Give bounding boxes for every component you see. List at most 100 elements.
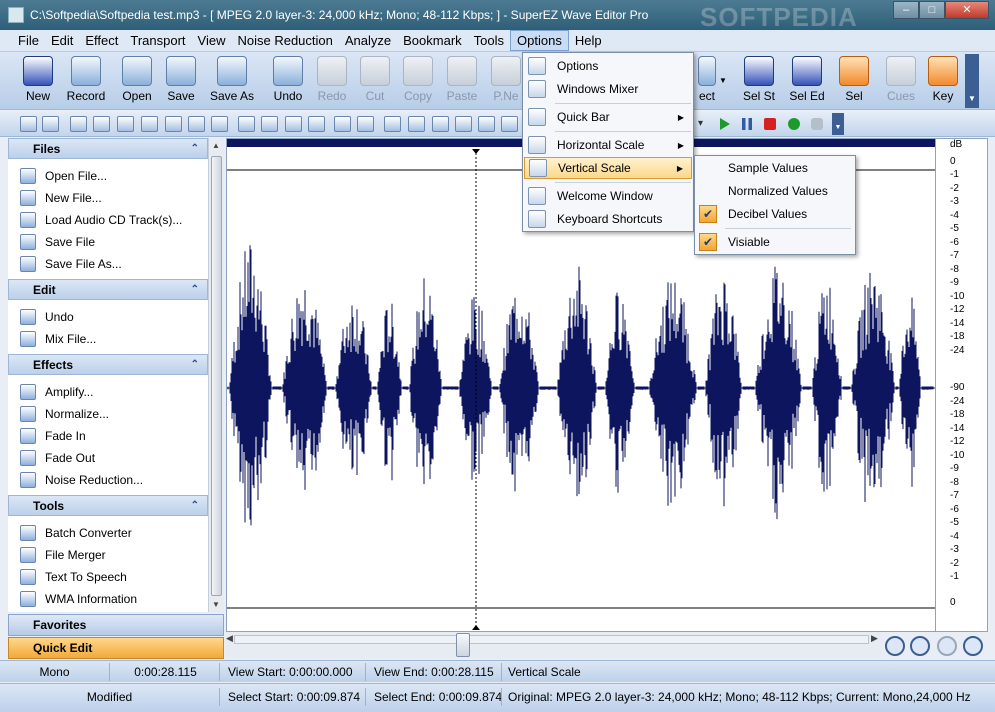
spectrum-icon[interactable] <box>408 116 425 132</box>
quick-edit-tab[interactable]: Quick Edit <box>8 637 224 659</box>
grid-icon[interactable] <box>501 116 518 132</box>
menu-analyze[interactable]: Analyze <box>339 31 397 50</box>
close-button[interactable]: ✕ <box>945 1 989 19</box>
menu-item-quick-bar[interactable]: Quick Bar ▶ <box>524 106 692 128</box>
effects-section-header[interactable]: Effects ⌃ <box>8 354 208 375</box>
menu-item-vertical-scale[interactable]: Vertical Scale ▶ <box>524 157 692 179</box>
menu-item-welcome-window[interactable]: Welcome Window <box>524 185 692 207</box>
task-wma-information[interactable]: WMA Information <box>20 588 208 610</box>
play-icon[interactable] <box>720 118 730 130</box>
key-button[interactable]: Key <box>919 54 967 108</box>
horizontal-scroll-track[interactable] <box>234 635 869 644</box>
save-button[interactable]: Save <box>157 54 205 108</box>
cut-button[interactable]: Cut <box>351 54 399 108</box>
collapse-chevron-icon[interactable]: ⌃ <box>191 500 199 511</box>
open-button[interactable]: Open <box>113 54 161 108</box>
zoom-out-icon[interactable] <box>910 636 930 656</box>
scroll-right-arrow-icon[interactable]: ▶ <box>871 633 878 644</box>
menu-view[interactable]: View <box>192 31 232 50</box>
menu-effect[interactable]: Effect <box>79 31 124 50</box>
stop-icon[interactable] <box>764 118 776 130</box>
menu-item-windows-mixer[interactable]: Windows Mixer <box>524 78 692 100</box>
redo-button[interactable]: Redo <box>308 54 356 108</box>
bars-icon[interactable] <box>93 116 110 132</box>
task-fade-in[interactable]: Fade In <box>20 425 208 447</box>
task-normalize[interactable]: Normalize... <box>20 403 208 425</box>
horizontal-scroll-handle[interactable] <box>456 633 470 657</box>
menu-help[interactable]: Help <box>569 31 608 50</box>
record-button[interactable]: Record <box>62 54 110 108</box>
task-file-merger[interactable]: File Merger <box>20 544 208 566</box>
task-undo[interactable]: Undo <box>20 306 208 328</box>
collapse-chevron-icon[interactable]: ⌃ <box>191 359 199 370</box>
play-loop-icon[interactable] <box>788 118 800 130</box>
task-mix-file[interactable]: Mix File... <box>20 328 208 350</box>
wave-blue-icon[interactable] <box>117 116 134 132</box>
level-icon[interactable] <box>357 116 374 132</box>
toolbar-overflow-button[interactable]: ▼ <box>965 54 979 108</box>
select-start-button[interactable]: Sel St <box>735 54 783 108</box>
people-icon[interactable] <box>238 116 255 132</box>
toolbar2-overflow-button[interactable]: ▼ <box>832 113 844 135</box>
graph-icon[interactable] <box>70 116 87 132</box>
save-as-button[interactable]: Save As <box>206 54 258 108</box>
edit-section-header[interactable]: Edit ⌃ <box>8 279 208 300</box>
zoom-full-icon[interactable] <box>963 636 983 656</box>
zoom-in-icon[interactable] <box>885 636 905 656</box>
collapse-chevron-icon[interactable]: ⌃ <box>191 284 199 295</box>
scroll-down-arrow-icon[interactable]: ▼ <box>212 600 220 609</box>
menu-noise-reduction[interactable]: Noise Reduction <box>231 31 338 50</box>
mountain-icon[interactable] <box>455 116 472 132</box>
task-save-file[interactable]: Save File <box>20 231 208 253</box>
pause-icon[interactable] <box>742 118 752 130</box>
meter-icon[interactable] <box>211 116 228 132</box>
tools-section-header[interactable]: Tools ⌃ <box>8 495 208 516</box>
favorites-tab[interactable]: Favorites <box>8 614 224 636</box>
menu-item-options[interactable]: Options <box>524 55 692 77</box>
effect-dropdown-arrow[interactable]: ▼ <box>719 76 727 85</box>
sliders-icon[interactable] <box>188 116 205 132</box>
peaks-icon[interactable] <box>432 116 449 132</box>
task-batch-converter[interactable]: Batch Converter <box>20 522 208 544</box>
maximize-button[interactable]: □ <box>919 1 945 19</box>
task-fade-out[interactable]: Fade Out <box>20 447 208 469</box>
paste-button[interactable]: Paste <box>438 54 486 108</box>
submenu-item-decibel-values[interactable]: ✔ Decibel Values <box>696 203 854 225</box>
copy-button[interactable]: Copy <box>394 54 442 108</box>
collapse-chevron-icon[interactable]: ⌃ <box>191 143 199 154</box>
task-noise-reduction[interactable]: Noise Reduction... <box>20 469 208 491</box>
menu-transport[interactable]: Transport <box>124 31 191 50</box>
task-text-to-speech[interactable]: Text To Speech <box>20 566 208 588</box>
task-open-file[interactable]: Open File... <box>20 165 208 187</box>
tools-icon[interactable] <box>261 116 278 132</box>
toolbar2-chevron-icon[interactable]: ▾ <box>698 118 710 130</box>
new-button[interactable]: New <box>14 54 62 108</box>
wave-red-icon[interactable] <box>141 116 158 132</box>
menu-bookmark[interactable]: Bookmark <box>397 31 468 50</box>
undo-button[interactable]: Undo <box>264 54 312 108</box>
menu-tools[interactable]: Tools <box>468 31 510 50</box>
submenu-item-sample-values[interactable]: Sample Values <box>696 157 854 179</box>
repeat-icon[interactable] <box>811 118 823 130</box>
speaker-icon[interactable] <box>42 116 59 132</box>
task-new-file[interactable]: New File... <box>20 187 208 209</box>
brush-icon[interactable] <box>308 116 325 132</box>
menu-file[interactable]: File <box>12 31 45 50</box>
task-load-cd[interactable]: Load Audio CD Track(s)... <box>20 209 208 231</box>
image-icon[interactable] <box>285 116 302 132</box>
cues-button[interactable]: Cues <box>877 54 925 108</box>
menu-options[interactable]: Options <box>510 30 569 51</box>
pulse-icon[interactable] <box>384 116 401 132</box>
menu-edit[interactable]: Edit <box>45 31 79 50</box>
scroll-thumb[interactable] <box>211 156 222 596</box>
magic-icon[interactable] <box>334 116 351 132</box>
equalizer-icon[interactable] <box>165 116 182 132</box>
mixer-icon[interactable] <box>478 116 495 132</box>
files-section-header[interactable]: Files ⌃ <box>8 138 208 159</box>
submenu-item-visiable[interactable]: ✔ Visiable <box>696 231 854 253</box>
select-end-button[interactable]: Sel Ed <box>783 54 831 108</box>
menu-item-keyboard-shortcuts[interactable]: Keyboard Shortcuts <box>524 208 692 230</box>
task-amplify[interactable]: Amplify... <box>20 381 208 403</box>
menu-item-horizontal-scale[interactable]: Horizontal Scale ▶ <box>524 134 692 156</box>
submenu-item-normalized-values[interactable]: Normalized Values <box>696 180 854 202</box>
